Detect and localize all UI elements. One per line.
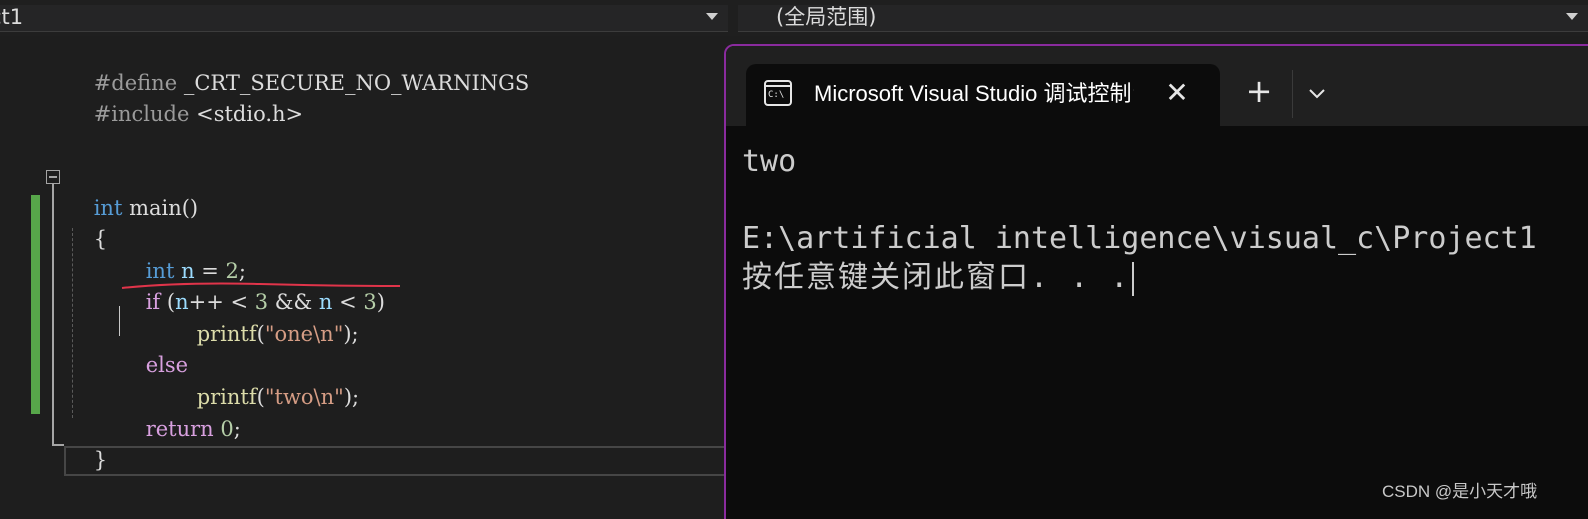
divider — [1292, 70, 1293, 118]
scope-dropdown[interactable]: (全局范围) — [738, 5, 1588, 32]
output-line: two — [742, 144, 797, 179]
paren: ); — [343, 385, 360, 409]
chevron-down-icon[interactable] — [706, 13, 718, 20]
debug-console-window[interactable]: C:\ Microsoft Visual Studio 调试控制台 ✕ + tw… — [724, 44, 1588, 519]
chevron-down-icon[interactable] — [1566, 13, 1578, 20]
console-icon: C:\ — [764, 80, 792, 106]
code-line-printf-two[interactable]: printf("two\n"); — [170, 352, 359, 409]
code-line-2[interactable]: #include <stdio.h> — [67, 69, 303, 126]
code-line-brace-open[interactable]: { — [67, 194, 107, 251]
new-tab-button[interactable]: + — [1242, 75, 1276, 110]
close-icon[interactable]: ✕ — [1162, 78, 1192, 108]
prompt-text: 按任意键关闭此窗口. . . — [742, 260, 1131, 295]
fold-region-end — [52, 444, 64, 446]
paren: ) — [376, 290, 385, 314]
current-line-highlight[interactable] — [64, 446, 726, 476]
text-cursor — [1132, 261, 1135, 296]
project-dropdown-label: ct1 — [0, 5, 24, 29]
include-header: <stdio.h> — [189, 102, 304, 126]
semicolon: ; — [233, 417, 241, 441]
keyword: return — [145, 417, 214, 441]
fold-region-line — [52, 184, 54, 446]
project-dropdown[interactable]: ct1 — [0, 5, 728, 32]
collapse-icon[interactable] — [46, 170, 60, 184]
tab-title: Microsoft Visual Studio 调试控制台 — [814, 81, 1134, 106]
code-editor[interactable]: #define _CRT_SECURE_NO_WARNINGS #include… — [0, 36, 726, 519]
string-literal: "one\n" — [264, 322, 344, 346]
code-line-return[interactable]: return 0; — [119, 384, 241, 441]
paren: ( — [256, 385, 265, 409]
function-name: printf — [196, 322, 257, 346]
preprocessor-directive: #include — [93, 102, 190, 126]
watermark: CSDN @是小天才哦 — [1382, 482, 1538, 501]
code-line-decl[interactable]: int n = 2; — [119, 226, 246, 283]
number: 3 — [363, 290, 377, 314]
number: 0 — [213, 417, 234, 441]
string-literal: "two\n" — [264, 385, 344, 409]
keyword: if — [145, 290, 161, 314]
brace: { — [93, 227, 108, 251]
terminal-title-bar: C:\ Microsoft Visual Studio 调试控制台 ✕ + — [726, 46, 1588, 126]
change-tracking-bar — [31, 195, 40, 414]
code-line-brace-close[interactable]: } — [67, 415, 107, 472]
editor-navigation-bar: ct1 (全局范围) — [0, 0, 1588, 36]
code-line-1[interactable]: #define _CRT_SECURE_NO_WARNINGS — [67, 38, 530, 95]
output-line: E:\artificial intelligence\visual_c\Proj… — [742, 221, 1537, 256]
code-line-printf-one[interactable]: printf("one\n"); — [170, 289, 359, 346]
code-line-else[interactable]: else — [119, 320, 188, 377]
terminal-output[interactable]: two E:\artificial intelligence\visual_c\… — [742, 142, 1588, 297]
output-line: 按任意键关闭此窗口. . . — [742, 258, 1588, 297]
code-line-main[interactable]: int main() — [67, 163, 198, 220]
paren: ( — [256, 322, 265, 346]
function-signature: main() — [122, 196, 199, 220]
scope-dropdown-label: (全局范围) — [776, 5, 877, 29]
terminal-tab[interactable]: C:\ Microsoft Visual Studio 调试控制台 ✕ — [746, 64, 1220, 126]
paren: ); — [343, 322, 359, 346]
chevron-down-icon[interactable] — [1302, 78, 1332, 108]
